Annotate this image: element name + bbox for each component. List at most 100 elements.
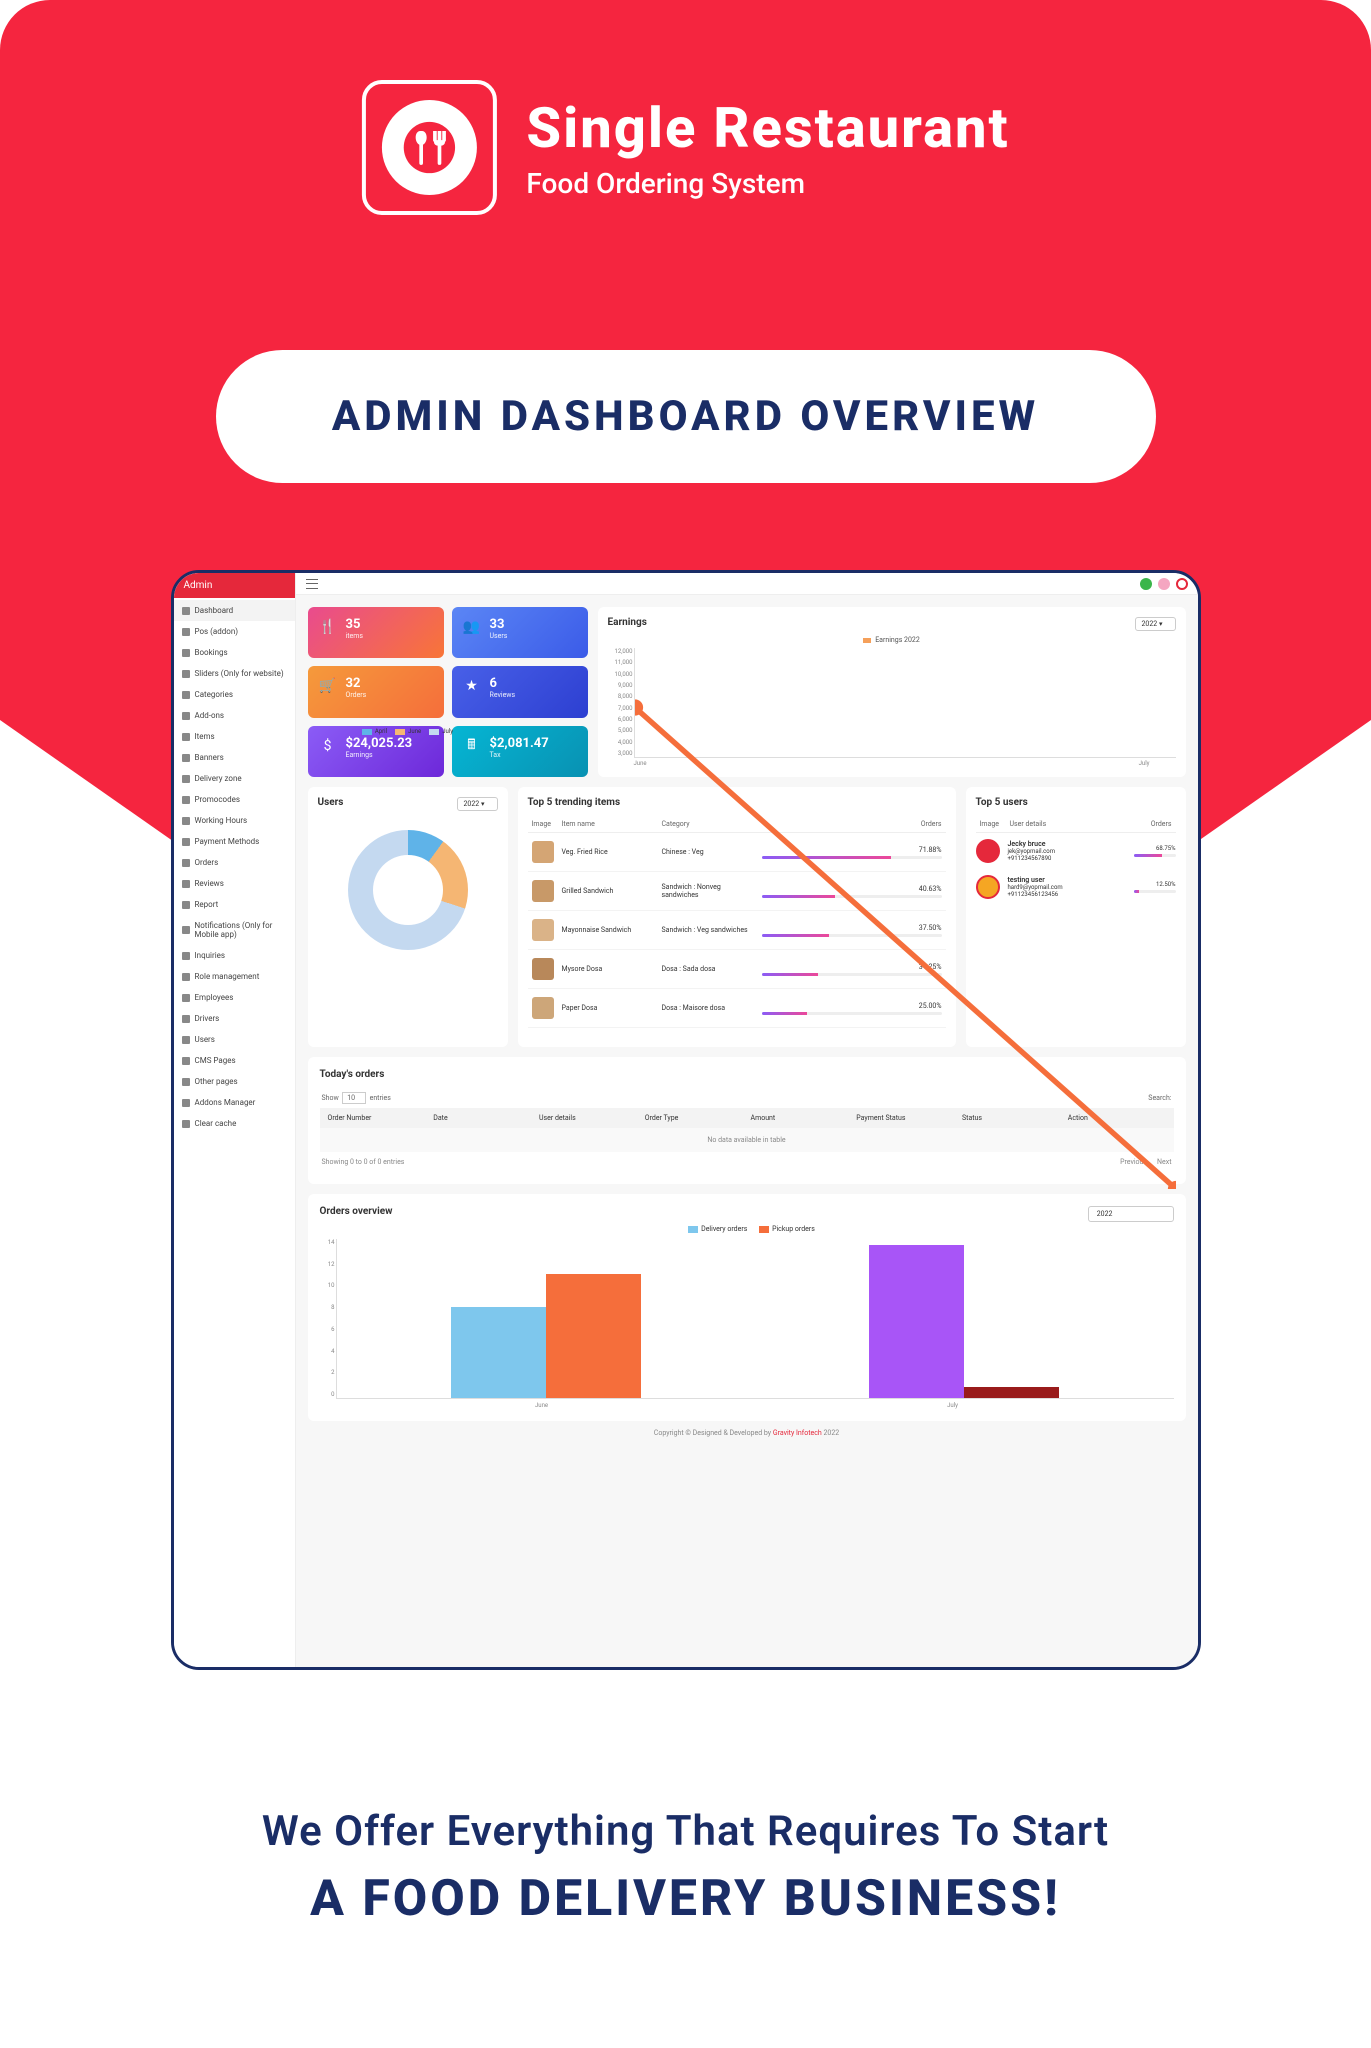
spoon-fork-icon (401, 120, 456, 175)
cutlery-icon: 🍴 (318, 617, 338, 637)
year-select[interactable]: 2022 ▾ (1135, 617, 1176, 631)
menu-icon (182, 1078, 190, 1086)
bar-group-june (451, 1239, 641, 1398)
menu-icon (182, 952, 190, 960)
sidebar-item[interactable]: Items (174, 726, 295, 747)
sidebar-item[interactable]: Dashboard (174, 600, 295, 621)
menu-icon (182, 691, 190, 699)
bar-delivery-july (869, 1245, 964, 1398)
column-header[interactable]: User details (535, 1114, 641, 1122)
menu-icon (182, 1120, 190, 1128)
footer-link[interactable]: Gravity Infotech (773, 1429, 822, 1437)
menu-icon (182, 1057, 190, 1065)
logo-title: Single Restaurant (526, 95, 1009, 161)
hamburger-icon[interactable] (306, 579, 318, 589)
status-icon[interactable] (1140, 578, 1152, 590)
food-thumb (532, 958, 554, 980)
users-icon: 👥 (462, 617, 482, 637)
users-card: Users 2022 ▾ AprilJuneJuly (308, 787, 508, 1047)
avatar-icon[interactable] (1176, 578, 1188, 590)
stat-reviews[interactable]: ★ 6Reviews (452, 666, 588, 717)
sidebar-item[interactable]: Payment Methods (174, 831, 295, 852)
sidebar-item[interactable]: Promocodes (174, 789, 295, 810)
menu-icon (182, 817, 190, 825)
bar-pickup-june (546, 1274, 641, 1398)
earnings-legend: Earnings 2022 (608, 636, 1176, 644)
sidebar-item[interactable]: Report (174, 894, 295, 915)
food-thumb (532, 997, 554, 1019)
stat-users[interactable]: 👥 33Users (452, 607, 588, 658)
menu-icon (182, 859, 190, 867)
orders-overview-card: Orders overview 2022 Delivery orders Pic… (308, 1194, 1186, 1421)
menu-icon (182, 926, 190, 934)
sidebar-item[interactable]: Drivers (174, 1008, 295, 1029)
sidebar-item[interactable]: CMS Pages (174, 1050, 295, 1071)
sidebar-item[interactable]: Bookings (174, 642, 295, 663)
sidebar-item[interactable]: Clear cache (174, 1113, 295, 1134)
sidebar-item[interactable]: Add-ons (174, 705, 295, 726)
logo-block: Single Restaurant Food Ordering System (361, 80, 1009, 215)
dollar-icon: $ (318, 736, 338, 756)
menu-icon (182, 670, 190, 678)
bar-group-july (869, 1239, 1059, 1398)
calculator-icon: 🖩 (462, 736, 482, 756)
stat-orders[interactable]: 🛒 32Orders (308, 666, 444, 717)
sidebar-item[interactable]: Working Hours (174, 810, 295, 831)
sidebar-item[interactable]: Notifications (Only for Mobile app) (174, 915, 295, 945)
menu-icon (182, 994, 190, 1002)
column-header[interactable]: Order Number (324, 1114, 430, 1122)
year-select[interactable]: 2022 (1088, 1206, 1174, 1222)
star-icon: ★ (462, 676, 482, 696)
table-info: Showing 0 to 0 of 0 entries (322, 1158, 405, 1166)
sidebar-item[interactable]: Addons Manager (174, 1092, 295, 1113)
footer-copyright: Copyright © Designed & Developed by Grav… (308, 1429, 1186, 1437)
menu-icon (182, 901, 190, 909)
bottom-marketing: We Offer Everything That Requires To Sta… (0, 1807, 1371, 1928)
sidebar-item[interactable]: Role management (174, 966, 295, 987)
food-thumb (532, 880, 554, 902)
page-size-select[interactable]: 10 (342, 1092, 366, 1104)
menu-icon (182, 628, 190, 636)
food-thumb (532, 919, 554, 941)
dashboard-frame: Admin DashboardPos (addon)BookingsSlider… (171, 570, 1201, 1670)
sidebar-item[interactable]: Orders (174, 852, 295, 873)
menu-icon (182, 796, 190, 804)
sidebar-item[interactable]: Inquiries (174, 945, 295, 966)
sidebar-item[interactable]: Users (174, 1029, 295, 1050)
menu-icon (182, 838, 190, 846)
sidebar-item[interactable]: Categories (174, 684, 295, 705)
sidebar-item[interactable]: Banners (174, 747, 295, 768)
sidebar-item[interactable]: Delivery zone (174, 768, 295, 789)
column-header[interactable]: Date (429, 1114, 535, 1122)
cart-icon: 🛒 (318, 676, 338, 696)
sidebar-item[interactable]: Pos (addon) (174, 621, 295, 642)
sidebar: Admin DashboardPos (addon)BookingsSlider… (174, 573, 296, 1667)
bar-delivery-june (451, 1307, 546, 1398)
sidebar-title: Admin (174, 573, 295, 598)
sidebar-item[interactable]: Other pages (174, 1071, 295, 1092)
menu-icon (182, 1036, 190, 1044)
stat-tax[interactable]: 🖩 $2,081.47Tax (452, 726, 588, 777)
banner-title: ADMIN DASHBOARD OVERVIEW (216, 350, 1156, 483)
earnings-card: Earnings 2022 ▾ Earnings 2022 12,00011,0… (598, 607, 1186, 777)
logo-subtitle: Food Ordering System (526, 167, 1009, 200)
users-donut-chart (348, 830, 468, 950)
menu-icon (182, 733, 190, 741)
year-select[interactable]: 2022 ▾ (457, 797, 498, 811)
sidebar-item[interactable]: Reviews (174, 873, 295, 894)
earnings-chart: 12,00011,00010,0009,0008,0007,0006,0005,… (634, 648, 1176, 758)
overview-legend: Delivery orders Pickup orders (320, 1225, 1174, 1233)
dashboard-body: 🍴 35items 👥 33Users 🛒 32Orders ★ 6Review… (296, 595, 1198, 1667)
topbar (296, 573, 1198, 595)
menu-icon (182, 880, 190, 888)
menu-icon (182, 1099, 190, 1107)
menu-icon (182, 712, 190, 720)
overview-bar-chart: 14121086420 (336, 1239, 1174, 1399)
notification-icon[interactable] (1158, 578, 1170, 590)
menu-icon (182, 973, 190, 981)
sidebar-item[interactable]: Employees (174, 987, 295, 1008)
stat-items[interactable]: 🍴 35items (308, 607, 444, 658)
logo-icon-box (361, 80, 496, 215)
menu-icon (182, 607, 190, 615)
sidebar-item[interactable]: Sliders (Only for website) (174, 663, 295, 684)
